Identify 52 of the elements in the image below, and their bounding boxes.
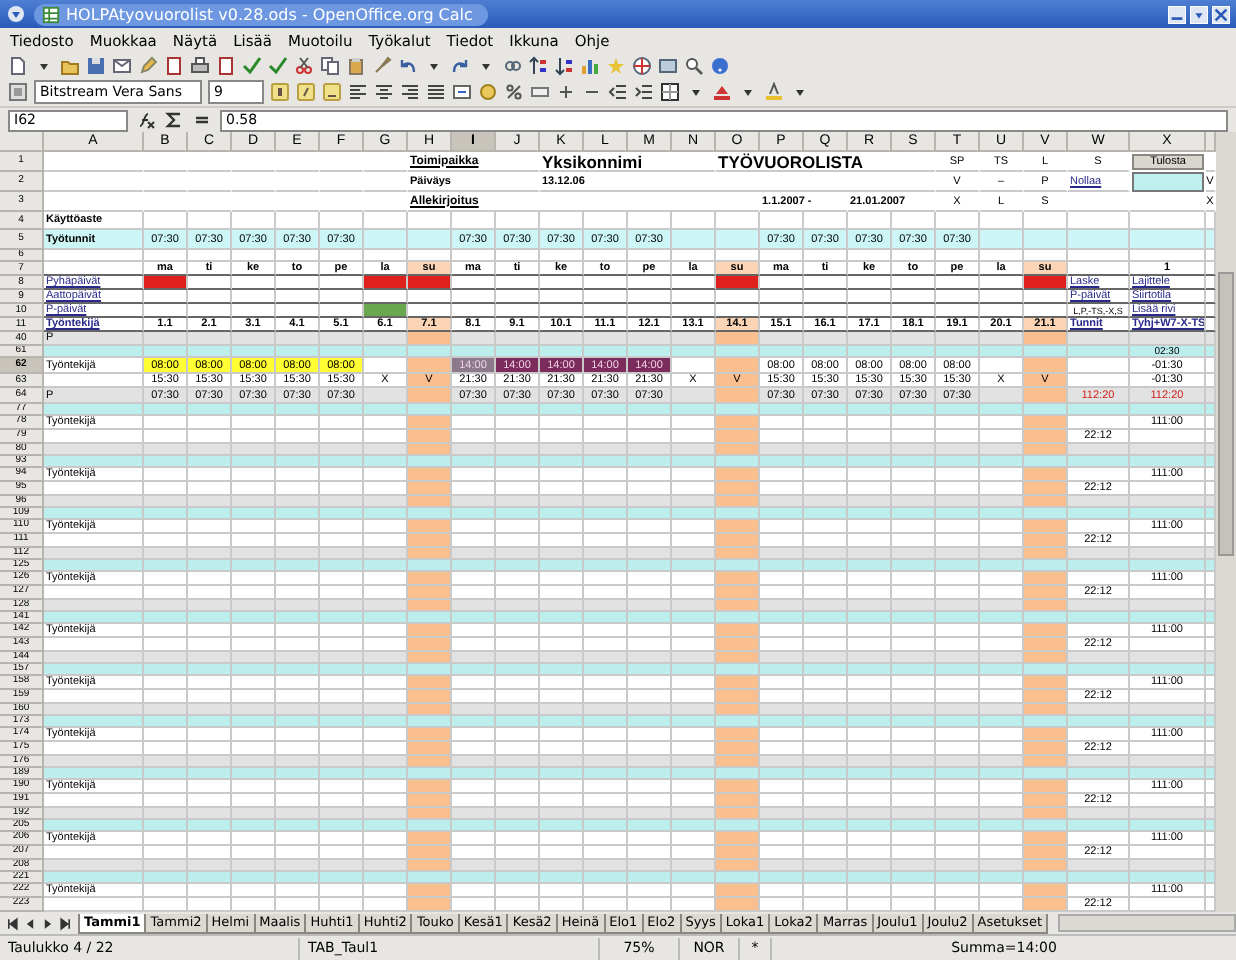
minimize-icon[interactable] [1168,5,1186,23]
close-icon[interactable] [1212,5,1230,23]
spreadsheet-icon[interactable] [42,5,60,23]
justify-icon[interactable] [426,82,446,102]
chart-icon[interactable] [580,55,600,75]
scrollbar-thumb[interactable] [1218,272,1234,556]
envelope-icon[interactable] [112,55,132,75]
sort-descending-icon[interactable] [554,55,574,75]
styles-icon[interactable] [8,82,28,102]
undo-icon[interactable] [398,55,418,75]
font-color-icon[interactable] [764,82,784,102]
save-icon[interactable] [86,55,106,75]
pencil-icon[interactable] [138,55,158,75]
paintbrush-icon[interactable] [372,55,392,75]
align-center-icon[interactable] [374,82,394,102]
star-icon[interactable] [606,55,626,75]
clipboard-icon[interactable] [346,55,366,75]
bold-icon[interactable] [270,82,290,102]
scissors-icon[interactable] [294,55,314,75]
underline-icon[interactable] [322,82,342,102]
magnifier-icon[interactable] [684,55,704,75]
table-cell: Yksikonnimi [540,152,716,173]
page-icon[interactable] [164,55,184,75]
horizontal-scrollbar[interactable] [1058,914,1236,932]
borders-icon[interactable] [660,82,680,102]
increase-indent-icon[interactable] [634,82,654,102]
first-sheet-icon[interactable] [4,915,20,931]
maximize-icon[interactable] [1190,5,1208,23]
corner-cell[interactable] [0,132,44,152]
document-icon[interactable] [8,55,28,75]
sum-icon[interactable] [164,110,184,130]
window-title: HOLPAtyovuorolist v0.28.ods - OpenOffice.org Calc [66,5,473,23]
printer-icon[interactable] [190,55,210,75]
align-left-icon[interactable] [348,82,368,102]
hyperlink-icon[interactable] [502,55,522,75]
page-icon[interactable] [216,55,236,75]
decrease-indent-icon[interactable] [608,82,628,102]
percent-icon[interactable] [504,82,524,102]
function-wizard-icon[interactable] [136,110,156,130]
italic-icon[interactable] [296,82,316,102]
input-field[interactable] [1132,172,1204,193]
image-icon[interactable] [658,55,678,75]
help-icon[interactable] [710,55,730,75]
last-sheet-icon[interactable] [58,915,74,931]
compass-icon[interactable] [632,55,652,75]
align-right-icon[interactable] [400,82,420,102]
table-cell: TYÖVUOROLISTA [716,152,936,173]
copy-icon[interactable] [320,55,340,75]
fill-color-icon[interactable] [712,82,732,102]
sort-ascending-icon[interactable] [528,55,548,75]
redo-icon[interactable] [450,55,470,75]
merge-cells-icon[interactable] [452,82,472,102]
